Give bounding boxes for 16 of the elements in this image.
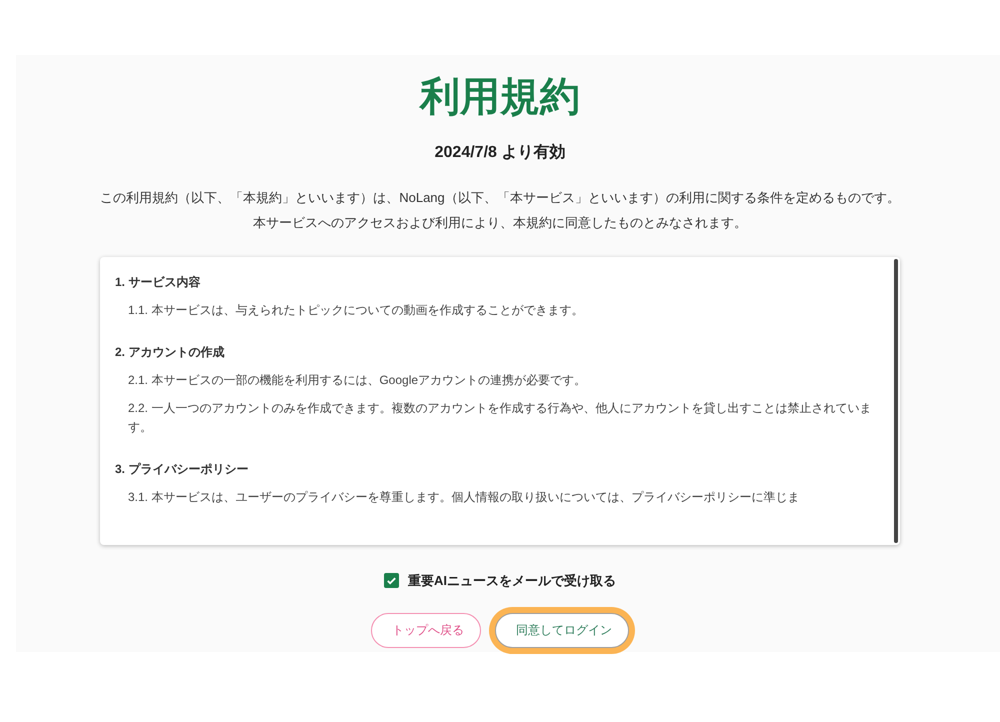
clause-text: 2.1. 本サービスの一部の機能を利用するには、Googleアカウントの連携が必要です。 <box>127 372 588 389</box>
clause-text: 3.1. 本サービスは、ユーザーのプライバシーを尊重します。個人情報の取り扱いについては、プライバシーポリシーに準じま <box>127 489 800 506</box>
intro-text: この利用規約（以下、「本規約」といいます）は、NoLang（以下、「本サービス」といいます）の利用に関する条件を定めるものです。 <box>100 189 900 207</box>
clause-text: 1.1. 本サービスは、与えられたトピックについての動画を作成することができます。 <box>127 302 584 319</box>
section-heading: 1. サービス内容 <box>115 274 202 291</box>
effective-date: 2024/7/8 より有効 <box>434 142 566 163</box>
action-button[interactable]: トップへ戻る <box>371 612 481 648</box>
clause-text: 2.2. 一人一つのアカウントのみを作成できます。複数のアカウントを作成する行為や、他人にアカウントを貸し出すことは禁止されています。 <box>127 400 872 436</box>
checkmark-icon <box>386 575 397 586</box>
page-title: 利用規約 <box>420 74 581 121</box>
newsletter-label: 重要AIニュースをメールで受け取る <box>408 572 616 590</box>
section-heading: 2. アカウントの作成 <box>115 344 226 361</box>
intro-text: 本サービスへのアクセスおよび利用により、本規約に同意したものとみなされます。 <box>252 214 747 232</box>
newsletter-checkbox[interactable] <box>384 573 399 588</box>
section-heading: 3. プライバシーポリシー <box>115 461 250 478</box>
scrollbar[interactable] <box>894 259 898 543</box>
